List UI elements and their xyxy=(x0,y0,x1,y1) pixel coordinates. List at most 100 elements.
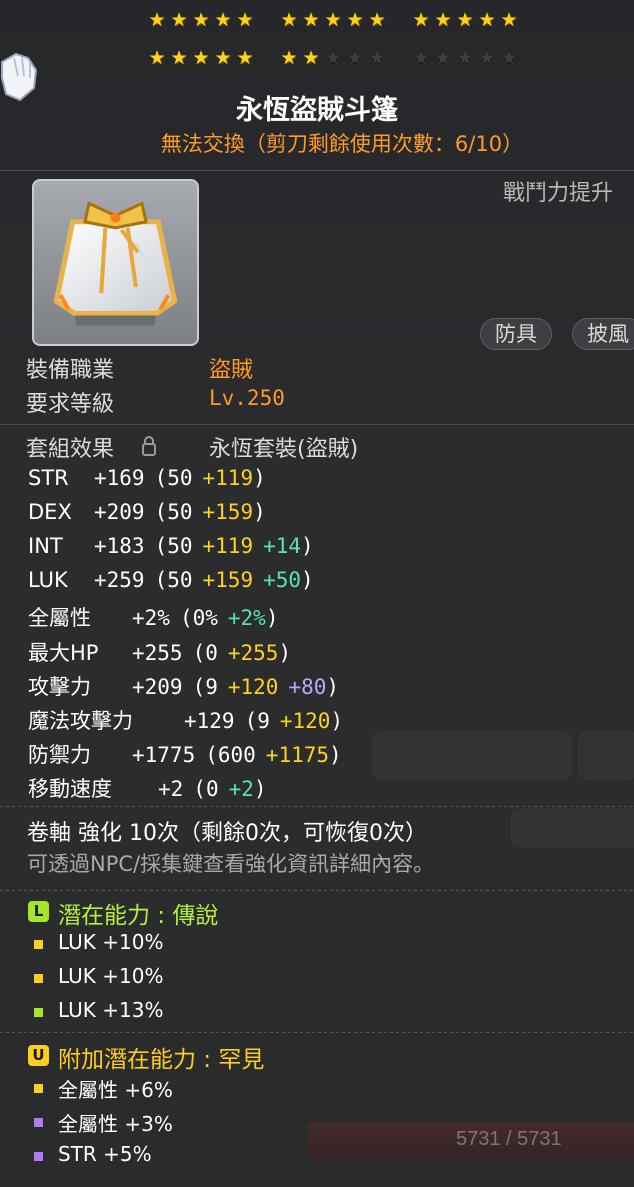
job-value: 盜賊 xyxy=(209,358,254,383)
stat-total: +1775 xyxy=(132,743,196,767)
stat-total: +209 xyxy=(94,500,145,524)
star-group: ★ ★ ★ ★ ★ xyxy=(411,9,519,31)
star-filled-icon: ★ xyxy=(434,9,452,31)
star-filled-icon: ★ xyxy=(478,9,496,31)
stat-close: ) xyxy=(301,568,314,592)
stat-row: STR +169 (50 +119) xyxy=(28,466,266,490)
star-filled-icon: ★ xyxy=(346,9,364,31)
star-empty-icon: ★ xyxy=(500,47,518,69)
star-group: ★ ★ ★ ★ ★ xyxy=(147,47,255,69)
star-filled-icon: ★ xyxy=(302,9,320,31)
star-empty-icon: ★ xyxy=(324,47,342,69)
scroll-enhance-info: 卷軸 強化 10次（剩餘0次，可恢復0次） xyxy=(27,821,427,846)
legendary-grade-icon: L xyxy=(28,901,49,922)
divider xyxy=(0,890,634,891)
star-filled-icon: ★ xyxy=(500,9,518,31)
stat-bonus-yellow: +159 xyxy=(202,500,254,524)
stat-close: ) xyxy=(330,709,344,733)
starforce-row: ★ ★ ★ ★ ★ ★ ★ ★ ★ ★ ★ ★ ★ ★ ★ xyxy=(147,47,519,69)
stat-total: +129 xyxy=(184,709,235,733)
star-filled-icon: ★ xyxy=(456,9,474,31)
stat-bonus-yellow: +120 xyxy=(279,709,331,733)
unique-grade-icon: U xyxy=(28,1045,49,1066)
star-group: ★ ★ ★ ★ ★ xyxy=(411,47,519,69)
stat-row: 攻擊力 +209 (9 +120 +80) xyxy=(28,671,339,701)
lock-icon xyxy=(142,436,156,456)
level-label: 要求等級 xyxy=(26,392,115,417)
item-name: 永恆盜賊斗篷 xyxy=(236,95,398,126)
stat-bonus-yellow: +120 xyxy=(227,675,279,699)
cape-icon xyxy=(34,181,197,344)
bullet-icon xyxy=(34,1084,43,1093)
stat-bonus-yellow: +1175 xyxy=(265,743,330,767)
stat-base: (600 xyxy=(205,743,256,767)
category-tag-armor: 防具 xyxy=(480,318,552,350)
stat-base: (50 xyxy=(154,568,193,592)
star-group: ★ ★ ★ ★ ★ xyxy=(147,9,255,31)
stat-base: (50 xyxy=(154,534,193,558)
stat-base: (0% xyxy=(179,606,218,630)
divider xyxy=(0,1032,634,1033)
stat-close: ) xyxy=(278,641,292,665)
star-filled-icon: ★ xyxy=(170,47,188,69)
stat-close: ) xyxy=(253,500,266,524)
stat-row: 最大HP +255 (0 +255) xyxy=(28,637,291,667)
starforce-row: ★ ★ ★ ★ ★ ★ ★ ★ ★ ★ ★ ★ ★ ★ ★ xyxy=(147,9,519,31)
stat-name: 全屬性 xyxy=(28,606,91,630)
set-effect-label: 套組效果 xyxy=(26,437,115,462)
stat-base: (0 xyxy=(193,777,219,801)
potential-line: LUK +10% xyxy=(58,930,164,954)
stat-base: (0 xyxy=(192,641,218,665)
bullet-icon xyxy=(34,974,43,983)
stat-close: ) xyxy=(326,675,340,699)
stat-bonus-green: +2% xyxy=(227,606,266,630)
star-group: ★ ★ ★ ★ ★ xyxy=(279,47,387,69)
stat-row: 全屬性 +2% (0% +2%) xyxy=(28,602,278,632)
star-empty-icon: ★ xyxy=(434,47,452,69)
stat-name: LUK xyxy=(28,568,68,592)
stat-total: +2% xyxy=(132,606,170,630)
stat-base: (50 xyxy=(154,500,193,524)
stat-bonus-yellow: +159 xyxy=(202,568,254,592)
stat-close: ) xyxy=(253,777,267,801)
stat-name: 魔法攻擊力 xyxy=(28,709,133,733)
star-filled-icon: ★ xyxy=(324,9,342,31)
additional-potential-title: 附加潛在能力 : 罕見 xyxy=(58,1047,265,1073)
star-filled-icon: ★ xyxy=(148,47,166,69)
stat-name: 攻擊力 xyxy=(28,675,91,699)
star-empty-icon: ★ xyxy=(346,47,364,69)
star-empty-icon: ★ xyxy=(412,47,430,69)
stat-bonus-purple: +80 xyxy=(288,675,327,699)
stat-total: +255 xyxy=(132,641,183,665)
background-window-deco xyxy=(372,730,572,780)
star-filled-icon: ★ xyxy=(214,47,232,69)
stat-bonus-green: +14 xyxy=(263,534,302,558)
star-filled-icon: ★ xyxy=(170,9,188,31)
stat-close: ) xyxy=(265,606,279,630)
set-effect-value: 永恆套裝(盜賊) xyxy=(209,437,359,462)
stat-close: ) xyxy=(253,466,266,490)
bullet-icon xyxy=(34,940,43,949)
stat-name: STR xyxy=(28,466,69,490)
star-filled-icon: ★ xyxy=(192,9,210,31)
star-filled-icon: ★ xyxy=(412,9,430,31)
stat-name: DEX xyxy=(28,500,72,524)
stat-row: 防禦力 +1775 (600 +1175) xyxy=(28,739,342,769)
stat-row: LUK +259 (50 +159 +50) xyxy=(28,568,314,592)
star-group: ★ ★ ★ ★ ★ xyxy=(279,9,387,31)
divider xyxy=(0,806,634,807)
level-value: Lv.250 xyxy=(209,386,285,410)
star-filled-icon: ★ xyxy=(236,9,254,31)
stat-bonus-green: +2 xyxy=(228,777,254,801)
stat-close: ) xyxy=(301,534,314,558)
star-empty-icon: ★ xyxy=(456,47,474,69)
star-filled-icon: ★ xyxy=(236,47,254,69)
potential-line: STR +5% xyxy=(58,1142,152,1166)
bullet-icon xyxy=(34,1152,43,1161)
stat-total: +209 xyxy=(132,675,183,699)
star-filled-icon: ★ xyxy=(368,9,386,31)
stat-total: +2 xyxy=(158,777,184,801)
background-hp-text: 5731 / 5731 xyxy=(456,1128,562,1150)
scroll-enhance-note: 可透過NPC/採集鍵查看強化資訊詳細內容。 xyxy=(27,852,435,876)
stat-total: +169 xyxy=(94,466,145,490)
